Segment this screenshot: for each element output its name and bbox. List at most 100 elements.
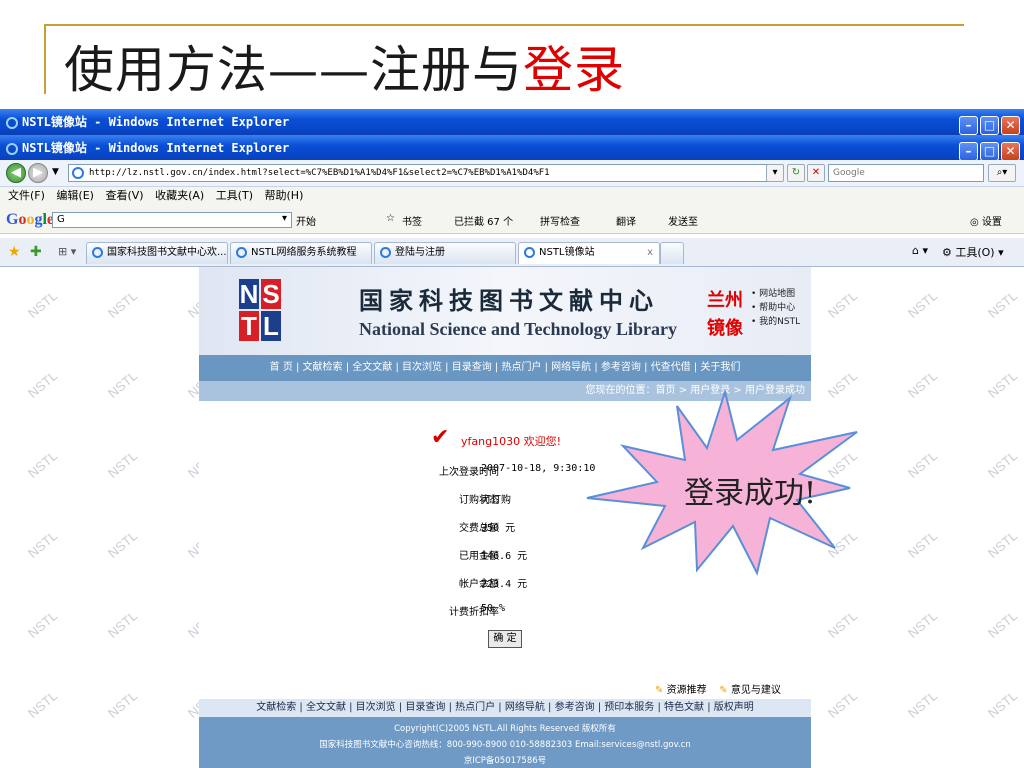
spellcheck-button[interactable]: 拼写检查	[540, 213, 580, 228]
ie-icon	[524, 247, 535, 258]
menu-view[interactable]: 查看(V)	[105, 189, 143, 202]
watermark-text: NSTL	[905, 288, 941, 321]
search-button[interactable]: ⌕▾	[988, 164, 1016, 182]
footer-copyright: Copyright(C)2005 NSTL.All Rights Reserve…	[394, 724, 616, 734]
back-button[interactable]: ◀	[6, 163, 26, 183]
close-button[interactable]: ✕	[1001, 142, 1020, 161]
watermark-text: NSTL	[25, 368, 61, 401]
tab-nstl-home[interactable]: 国家科技图书文献中心欢...	[86, 242, 228, 264]
menu-file[interactable]: 文件(F)	[8, 189, 45, 202]
quick-link-help[interactable]: • 帮助中心	[751, 301, 800, 315]
google-bookmarks-button[interactable]: 书签	[402, 213, 422, 228]
row-value: 223.4 元	[481, 579, 528, 590]
watermark-text: NSTL	[985, 528, 1021, 561]
slide-title-red: 登录	[523, 41, 625, 99]
restore-button[interactable]: □	[980, 142, 999, 161]
row-value: 350 元	[481, 523, 516, 534]
restore-button[interactable]: □	[980, 116, 999, 135]
page-icon	[72, 167, 84, 179]
minimize-button[interactable]: –	[959, 142, 978, 161]
minimize-button[interactable]: –	[959, 116, 978, 135]
watermark-text: NSTL	[985, 288, 1021, 321]
google-toolbar: Google G ▾ 开始 ☆ 书签 已拦截 67 个 拼写检查 翻译 发送至 …	[0, 205, 1024, 234]
menu-help[interactable]: 帮助(H)	[265, 189, 304, 202]
google-start-button[interactable]: 开始	[296, 213, 316, 228]
quick-tabs-icon[interactable]: ⊞ ▾	[58, 245, 76, 258]
refresh-icon[interactable]: ↻	[787, 164, 805, 182]
watermark-text: NSTL	[105, 688, 141, 721]
bookmark-star-icon[interactable]: ☆	[386, 213, 395, 224]
row-value: 50 %	[481, 603, 506, 614]
home-icon[interactable]: ⌂ ▾	[912, 244, 928, 257]
watermark-text: NSTL	[825, 688, 861, 721]
ie-icon	[6, 117, 18, 129]
site-en-name: National Science and Technology Library	[359, 319, 678, 339]
slide-title-black: 使用方法——注册与	[64, 41, 523, 99]
watermark-text: NSTL	[985, 608, 1021, 641]
pencil-icon: ✎	[655, 685, 664, 696]
quick-link-sitemap[interactable]: • 网站地图	[751, 287, 800, 301]
watermark-text: NSTL	[905, 608, 941, 641]
link-feedback[interactable]: 意见与建议	[731, 685, 781, 696]
favorites-star-icon[interactable]: ★	[8, 244, 21, 260]
link-resource-recommend[interactable]: 资源推荐	[667, 685, 707, 696]
address-input[interactable]: http://lz.nstl.gov.cn/index.html?select=…	[68, 164, 782, 182]
row-value: 2007-10-18, 9:30:10	[481, 463, 596, 474]
watermark-text: NSTL	[105, 448, 141, 481]
popup-blocked-label[interactable]: 已拦截 67 个	[454, 213, 513, 228]
add-favorite-icon[interactable]: ✚	[30, 244, 42, 260]
menu-favorites[interactable]: 收藏夹(A)	[155, 189, 204, 202]
menu-edit[interactable]: 编辑(E)	[56, 189, 94, 202]
watermark-text: NSTL	[985, 688, 1021, 721]
site-header: N S T L 国家科技图书文献中心 National Science and …	[199, 267, 811, 355]
pencil-icon: ✎	[719, 685, 728, 696]
menu-tools[interactable]: 工具(T)	[216, 189, 253, 202]
google-search-dropdown-icon[interactable]: ▾	[282, 213, 287, 224]
tab-nstl-tutorial[interactable]: NSTL网络服务系统教程	[230, 242, 372, 264]
site-nav[interactable]: 首 页 | 文献检索 | 全文文献 | 目次浏览 | 目录查询 | 热点门户 |…	[199, 355, 811, 381]
watermark-text: NSTL	[825, 288, 861, 321]
ie-icon	[92, 247, 103, 258]
tab-login-register[interactable]: 登陆与注册	[374, 242, 516, 264]
watermark-text: NSTL	[105, 528, 141, 561]
footer-icp: 京ICP备05017586号	[463, 756, 547, 766]
row-value: 可订购	[481, 495, 511, 506]
new-tab-button[interactable]	[660, 242, 684, 264]
google-logo: Google	[6, 211, 55, 228]
window-title-bar[interactable]: NSTL镜像站 - Windows Internet Explorer – □ ✕	[0, 135, 1024, 161]
confirm-button[interactable]: 确 定	[488, 630, 522, 648]
slide-top-rule	[44, 24, 964, 26]
watermark-text: NSTL	[985, 368, 1021, 401]
close-button[interactable]: ✕	[1001, 116, 1020, 135]
watermark-text: NSTL	[905, 528, 941, 561]
google-settings-button[interactable]: ◎ 设置	[970, 213, 1002, 228]
tab-nstl-mirror[interactable]: NSTL镜像站 x	[518, 242, 660, 264]
tools-menu-button[interactable]: ⚙ 工具(O) ▾	[942, 244, 1004, 260]
translate-button[interactable]: 翻译	[616, 213, 636, 228]
watermark-text: NSTL	[905, 368, 941, 401]
quick-link-my-nstl[interactable]: • 我的NSTL	[751, 315, 800, 329]
watermark-text: NSTL	[105, 288, 141, 321]
footer-contact: 国家科技图书文献中心咨询热线：800-990-8900 010-58882303…	[319, 740, 691, 750]
stop-icon[interactable]: ✕	[807, 164, 825, 182]
address-dropdown-button[interactable]: ▾	[766, 164, 784, 182]
watermark-text: NSTL	[25, 608, 61, 641]
close-tab-icon[interactable]: x	[647, 243, 653, 263]
footer-nav[interactable]: 文献检索 | 全文文献 | 目次浏览 | 目录查询 | 热点门户 | 网络导航 …	[199, 699, 811, 717]
watermark-text: NSTL	[105, 368, 141, 401]
success-callout-text: 登录成功!	[684, 476, 817, 511]
send-to-button[interactable]: 发送至	[668, 213, 698, 228]
slide-left-rule	[44, 24, 46, 94]
watermark-text: NSTL	[825, 608, 861, 641]
watermark-text: NSTL	[985, 448, 1021, 481]
slide-title: 使用方法——注册与登录	[64, 40, 625, 100]
google-search-input[interactable]: G	[52, 212, 292, 228]
address-url: http://lz.nstl.gov.cn/index.html?select=…	[89, 168, 550, 178]
window-title-bar-back[interactable]: NSTL镜像站 - Windows Internet Explorer – □ ✕	[0, 109, 1024, 135]
ie-icon	[236, 247, 247, 258]
page-viewport: NSTL NSTL NSTL NSTL NSTL NSTL NSTL NSTL NSTL NSTL…	[0, 267, 1024, 768]
mirror-label: 兰州 镜像	[707, 290, 743, 339]
history-dropdown-icon[interactable]: ▼	[52, 167, 59, 177]
search-input[interactable]: Google	[828, 164, 984, 182]
forward-button[interactable]: ▶	[28, 163, 48, 183]
